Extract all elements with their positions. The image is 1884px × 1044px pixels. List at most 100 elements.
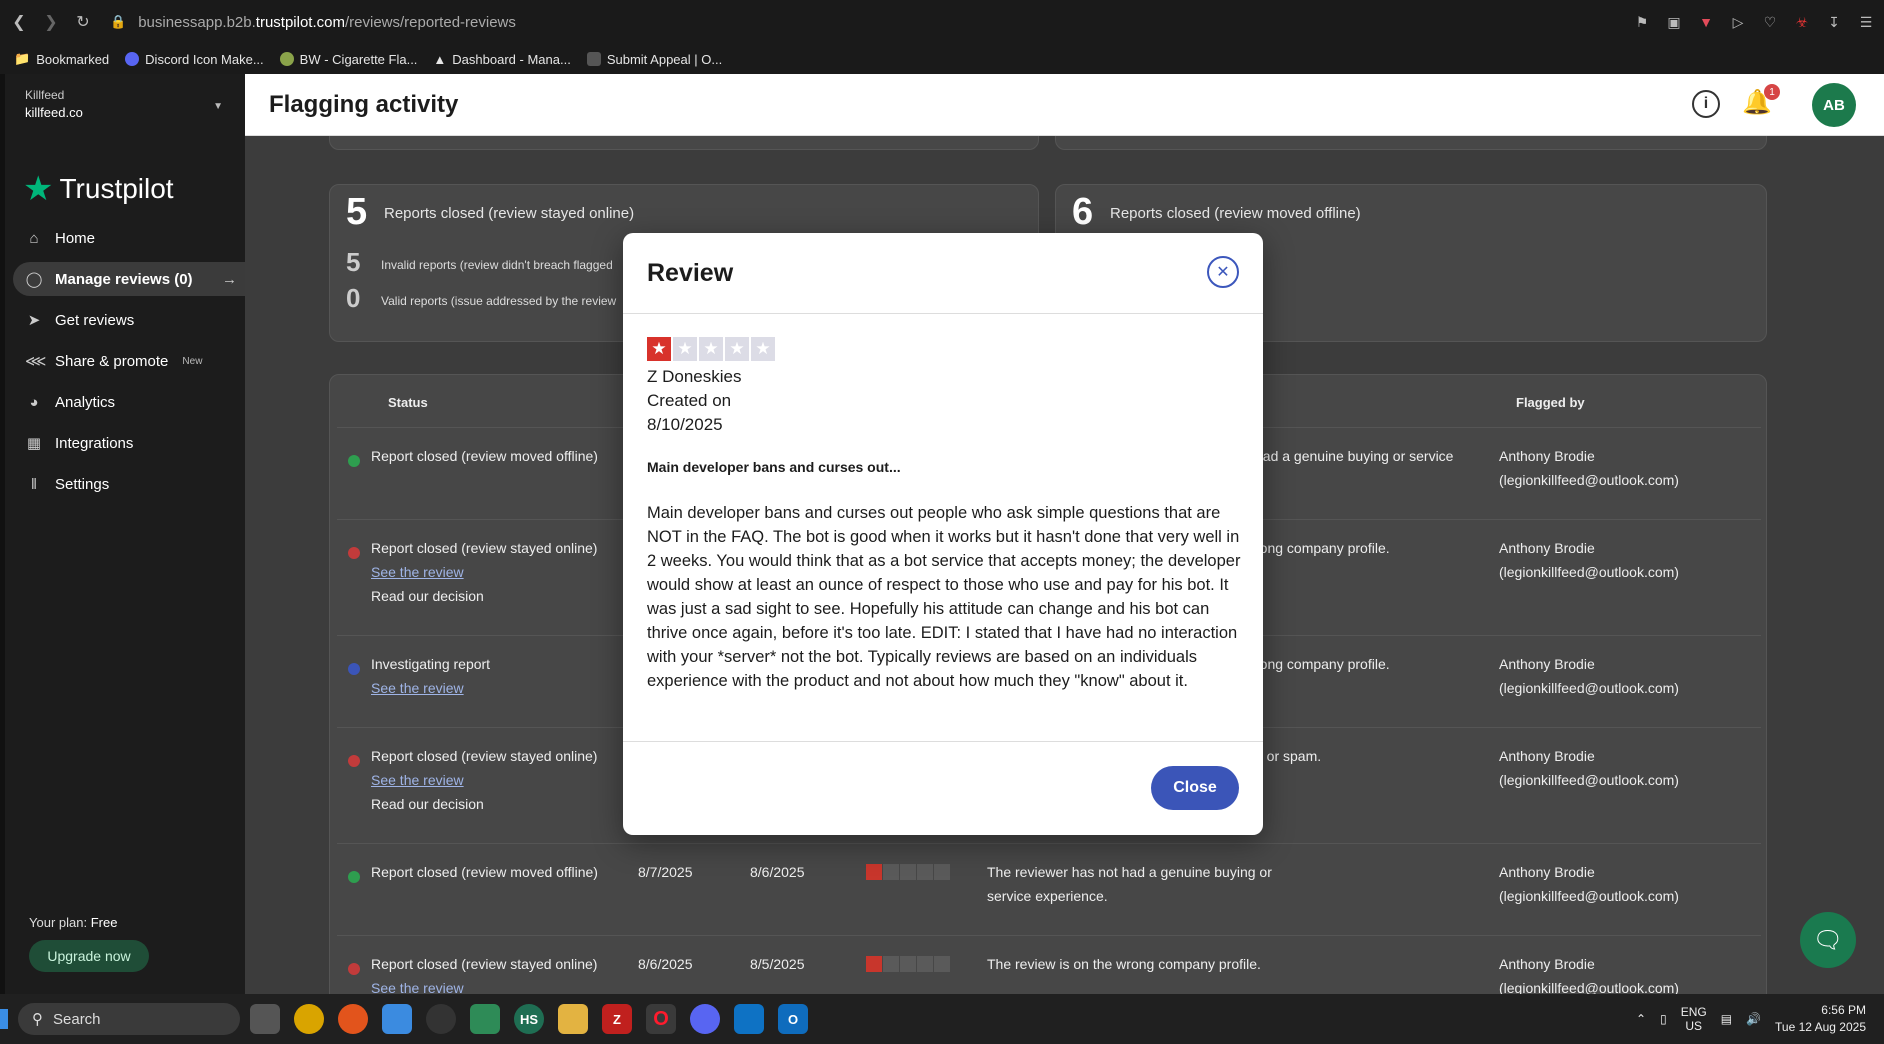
valid-label: Valid reports (issue addressed by the re… (381, 294, 617, 308)
pocket-icon[interactable]: ▼ (1696, 12, 1716, 32)
sidebar-item-integrations[interactable]: ▦ Integrations (5, 426, 245, 460)
hs-icon[interactable]: HS (514, 1004, 544, 1034)
windows-start-icon[interactable] (0, 1009, 8, 1029)
snapshot-icon[interactable]: ▣ (1664, 12, 1684, 32)
flagged-by: Anthony Brodie (legionkillfeed@outlook.co… (1499, 744, 1679, 792)
sidebar-item-label: Share & promote (55, 352, 169, 370)
status-text: Report closed (review moved offline) (371, 448, 598, 464)
biohazard-icon[interactable]: ☣ (1792, 12, 1812, 32)
star-icon: ★ (725, 337, 749, 361)
see-review-link[interactable]: See the review (371, 768, 597, 792)
network-icon[interactable]: ▤ (1721, 1012, 1732, 1026)
forward-icon[interactable]: ❯ (38, 9, 64, 35)
extension-icons: ⚑ ▣ ▼ ▷ ♡ ☣ ↧ ☰ (1632, 0, 1876, 44)
flagged-by: Anthony Brodie (legionkillfeed@outlook.co… (1499, 536, 1679, 584)
bookmark-label: Bookmarked (36, 51, 110, 67)
app-orange-icon[interactable] (338, 1004, 368, 1034)
status-cell: Report closed (review stayed online) See… (371, 744, 597, 816)
account-switcher[interactable]: Killfeed killfeed.co ▼ (5, 74, 245, 144)
status-dot (348, 455, 360, 467)
system-tray: ⌃ ▯ ENG US ▤ 🔊 6:56 PM Tue 12 Aug 2025 (1636, 994, 1866, 1044)
spreadsheet-icon[interactable] (470, 1004, 500, 1034)
see-review-link[interactable]: See the review (371, 976, 597, 994)
bookmark-item[interactable]: BW - Cigarette Fla... (279, 52, 417, 67)
trustpilot-logo[interactable]: ★ Trustpilot (5, 144, 245, 214)
outlook-icon[interactable]: O (778, 1004, 808, 1034)
sidebar-item-share-promote[interactable]: ⋘ Share & promote New (5, 344, 245, 378)
review-date: 8/5/2025 (750, 956, 805, 972)
sidebar-item-home[interactable]: ⌂ Home (5, 221, 245, 255)
see-review-link[interactable]: See the review (371, 676, 490, 700)
info-icon[interactable]: i (1692, 90, 1720, 118)
sidebar-item-manage-reviews[interactable]: ◯ Manage reviews (0) → (13, 262, 245, 296)
notepad-icon[interactable] (382, 1004, 412, 1034)
back-icon[interactable]: ❮ (6, 9, 32, 35)
close-icon[interactable]: ✕ (1207, 256, 1239, 288)
read-decision-link[interactable]: Read our decision (371, 584, 597, 608)
see-review-link[interactable]: See the review (371, 560, 597, 584)
sidebar-item-label: Home (55, 229, 96, 247)
star-icon (900, 956, 916, 972)
menu-icon[interactable]: ☰ (1856, 12, 1876, 32)
status-dot (348, 871, 360, 883)
notification-bell-icon[interactable]: 🔔 1 (1742, 84, 1780, 117)
reload-icon[interactable]: ↻ (70, 9, 96, 35)
sidebar-nav: ⌂ Home ◯ Manage reviews (0) → ➤ Get reviews … (5, 221, 245, 501)
status-dot (348, 547, 360, 559)
report-date: 8/7/2025 (638, 864, 693, 880)
discord-icon[interactable] (690, 1004, 720, 1034)
sidebar-item-get-reviews[interactable]: ➤ Get reviews (5, 303, 245, 337)
sidebar-item-label: Integrations (55, 434, 134, 452)
chrome-icon[interactable] (294, 1004, 324, 1034)
opera-icon[interactable]: O (646, 1004, 676, 1034)
status-cell: Report closed (review stayed online) See… (371, 536, 597, 608)
appeal-icon (586, 52, 601, 66)
review-body: Main developer bans and curses out peopl… (647, 504, 1241, 690)
stat-label: Reports closed (review stayed online) (384, 205, 635, 222)
task-view-icon[interactable] (250, 1004, 280, 1034)
reason-text: The reviewer has not had a genuine buyin… (987, 864, 1272, 904)
filezilla-icon[interactable]: Z (602, 1004, 632, 1034)
plan-info: Your plan: Free (29, 915, 117, 930)
vscode-icon[interactable] (734, 1004, 764, 1034)
sidebar-item-settings[interactable]: ‖ Settings (5, 467, 245, 501)
stat-count: 5 (346, 191, 368, 233)
bookmark-item[interactable]: Discord Icon Make... (125, 52, 264, 67)
flagged-by: Anthony Brodie (legionkillfeed@outlook.co… (1499, 860, 1679, 908)
file-explorer-icon[interactable] (558, 1004, 588, 1034)
flagger-name: Anthony Brodie (1499, 864, 1595, 880)
taskbar-search[interactable]: ⚲ Search (18, 1003, 240, 1035)
bookmark-item[interactable]: Submit Appeal | O... (586, 52, 722, 67)
star-icon (866, 956, 882, 972)
download-icon[interactable]: ↧ (1824, 12, 1844, 32)
bookmark-folder[interactable]: 📁 Bookmarked (14, 51, 109, 67)
region-code: US (1685, 1019, 1703, 1033)
chevron-up-icon[interactable]: ⌃ (1636, 1012, 1646, 1026)
report-date: 8/6/2025 (638, 956, 693, 972)
usb-icon[interactable]: ▯ (1660, 1012, 1667, 1026)
upgrade-button[interactable]: Upgrade now (29, 940, 149, 972)
sidebar-item-analytics[interactable]: ◕ Analytics (5, 385, 245, 419)
chatgpt-icon[interactable] (426, 1004, 456, 1034)
pin-icon[interactable]: ⚑ (1632, 12, 1652, 32)
heart-icon[interactable]: ♡ (1760, 12, 1780, 32)
bookmark-item[interactable]: ▲ Dashboard - Mana... (433, 52, 570, 67)
play-icon[interactable]: ▷ (1728, 12, 1748, 32)
read-decision-link[interactable]: Read our decision (371, 792, 597, 816)
folder-icon: 📁 (14, 51, 31, 66)
status-cell: Investigating report See the review (371, 652, 490, 700)
taskbar: ⚲ Search HS Z O O ⌃ ▯ ENG US ▤ 🔊 6:56 PM Tu… (0, 994, 1884, 1044)
clock[interactable]: 6:56 PM Tue 12 Aug 2025 (1775, 1002, 1866, 1036)
lock-icon: 🔒 (110, 14, 127, 29)
chat-bubble-icon[interactable]: 🗨 (1800, 912, 1856, 968)
notification-count: 1 (1764, 84, 1780, 100)
chart-icon: ◕ (29, 393, 39, 411)
address-bar[interactable]: 🔒 businessapp.b2b. trustpilot.com/reviews… (110, 14, 516, 31)
share-icon: ⋘ (25, 353, 47, 370)
close-button[interactable]: Close (1151, 766, 1239, 810)
volume-icon[interactable]: 🔊 (1746, 1012, 1761, 1026)
avatar[interactable]: AB (1812, 83, 1856, 127)
star-icon (934, 864, 950, 880)
home-icon: ⌂ (29, 229, 39, 247)
language-indicator[interactable]: ENG US (1681, 1005, 1707, 1033)
